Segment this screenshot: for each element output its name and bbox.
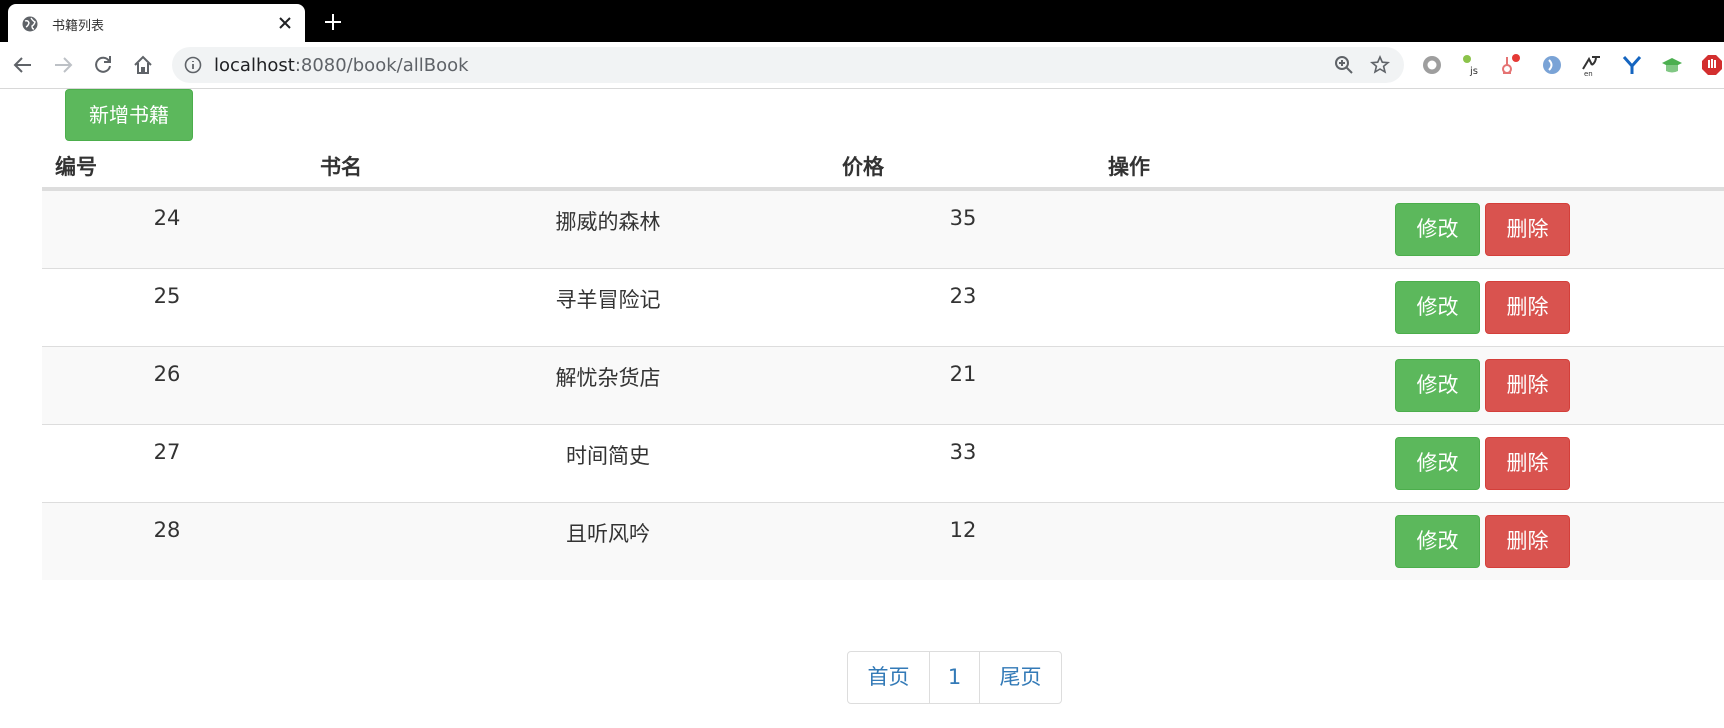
book-price: 33 (949, 440, 977, 464)
browser-toolbar: localhost:8080/book/allBook js en (0, 42, 1724, 89)
svg-text:en: en (1584, 70, 1593, 77)
close-icon[interactable] (277, 15, 293, 31)
url-host: localhost (214, 55, 295, 76)
info-icon[interactable] (184, 56, 202, 74)
edit-button[interactable]: 修改 (1395, 515, 1480, 568)
book-price: 21 (949, 362, 977, 386)
header-actions: 操作 (1108, 155, 1150, 179)
edit-button[interactable]: 修改 (1395, 359, 1480, 412)
js-extension-icon[interactable]: js (1460, 53, 1484, 77)
stop-extension-icon[interactable] (1700, 53, 1724, 77)
globe-icon (22, 16, 38, 32)
svg-text:js: js (1469, 66, 1478, 77)
book-name: 寻羊冒险记 (555, 288, 661, 312)
table-row: 26 解忧杂货店 21 修改 删除 (42, 346, 1724, 424)
edit-button[interactable]: 修改 (1395, 281, 1480, 334)
book-name: 挪威的森林 (555, 210, 661, 234)
circle-extension-icon[interactable] (1420, 53, 1444, 77)
page-number-link[interactable]: 1 (929, 651, 980, 704)
book-id: 28 (153, 518, 181, 542)
url-path: :8080/book/allBook (294, 55, 469, 76)
book-name: 解忧杂货店 (555, 366, 661, 390)
delete-button[interactable]: 删除 (1485, 437, 1570, 490)
url-text: localhost:8080/book/allBook (214, 55, 469, 76)
delete-button[interactable]: 删除 (1485, 203, 1570, 256)
network-extension-icon[interactable] (1500, 53, 1524, 77)
book-id: 26 (153, 362, 181, 386)
book-id: 25 (153, 284, 181, 308)
tab-title: 书籍列表 (52, 19, 105, 34)
delete-button[interactable]: 删除 (1485, 515, 1570, 568)
pagination: 首页 1 尾页 (847, 651, 1062, 704)
table-row: 24 挪威的森林 35 修改 删除 (42, 190, 1724, 268)
back-icon[interactable] (12, 54, 34, 76)
delete-button[interactable]: 删除 (1485, 359, 1570, 412)
table-row: 25 寻羊冒险记 23 修改 删除 (42, 268, 1724, 346)
table-row: 27 时间简史 33 修改 删除 (42, 424, 1724, 502)
first-page-link[interactable]: 首页 (847, 651, 930, 704)
home-icon[interactable] (132, 54, 154, 76)
delete-button[interactable]: 删除 (1485, 281, 1570, 334)
star-icon[interactable] (1370, 55, 1390, 75)
address-bar[interactable]: localhost:8080/book/allBook (172, 47, 1404, 83)
y-extension-icon[interactable] (1620, 53, 1644, 77)
book-price: 12 (949, 518, 977, 542)
last-page-link[interactable]: 尾页 (979, 651, 1062, 704)
book-name: 时间简史 (566, 444, 650, 468)
cap-extension-icon[interactable] (1660, 53, 1684, 77)
table-header: 编号 书名 价格 操作 (42, 141, 1724, 190)
browser-tab-bar: 书籍列表 (0, 0, 1724, 42)
zoom-icon[interactable] (1334, 55, 1354, 75)
add-book-button[interactable]: 新增书籍 (65, 89, 193, 141)
page-content: 新增书籍 编号 书名 价格 操作 24 挪威的森林 35 修改 删除 25 寻羊… (0, 89, 1724, 728)
header-name: 书名 (320, 155, 362, 179)
browser-tab[interactable]: 书籍列表 (8, 4, 305, 42)
forward-icon[interactable] (52, 54, 74, 76)
header-id: 编号 (55, 155, 97, 179)
new-tab-icon[interactable] (323, 12, 343, 32)
book-name: 且听风吟 (566, 522, 650, 546)
book-price: 23 (949, 284, 977, 308)
shield-extension-icon[interactable] (1540, 53, 1564, 77)
book-id: 27 (153, 440, 181, 464)
reload-icon[interactable] (92, 54, 114, 76)
edit-button[interactable]: 修改 (1395, 203, 1480, 256)
book-price: 35 (949, 206, 977, 230)
edit-button[interactable]: 修改 (1395, 437, 1480, 490)
table-row: 28 且听风吟 12 修改 删除 (42, 502, 1724, 580)
header-price: 价格 (842, 155, 884, 179)
book-id: 24 (153, 206, 181, 230)
translate-extension-icon[interactable]: en (1580, 53, 1604, 77)
